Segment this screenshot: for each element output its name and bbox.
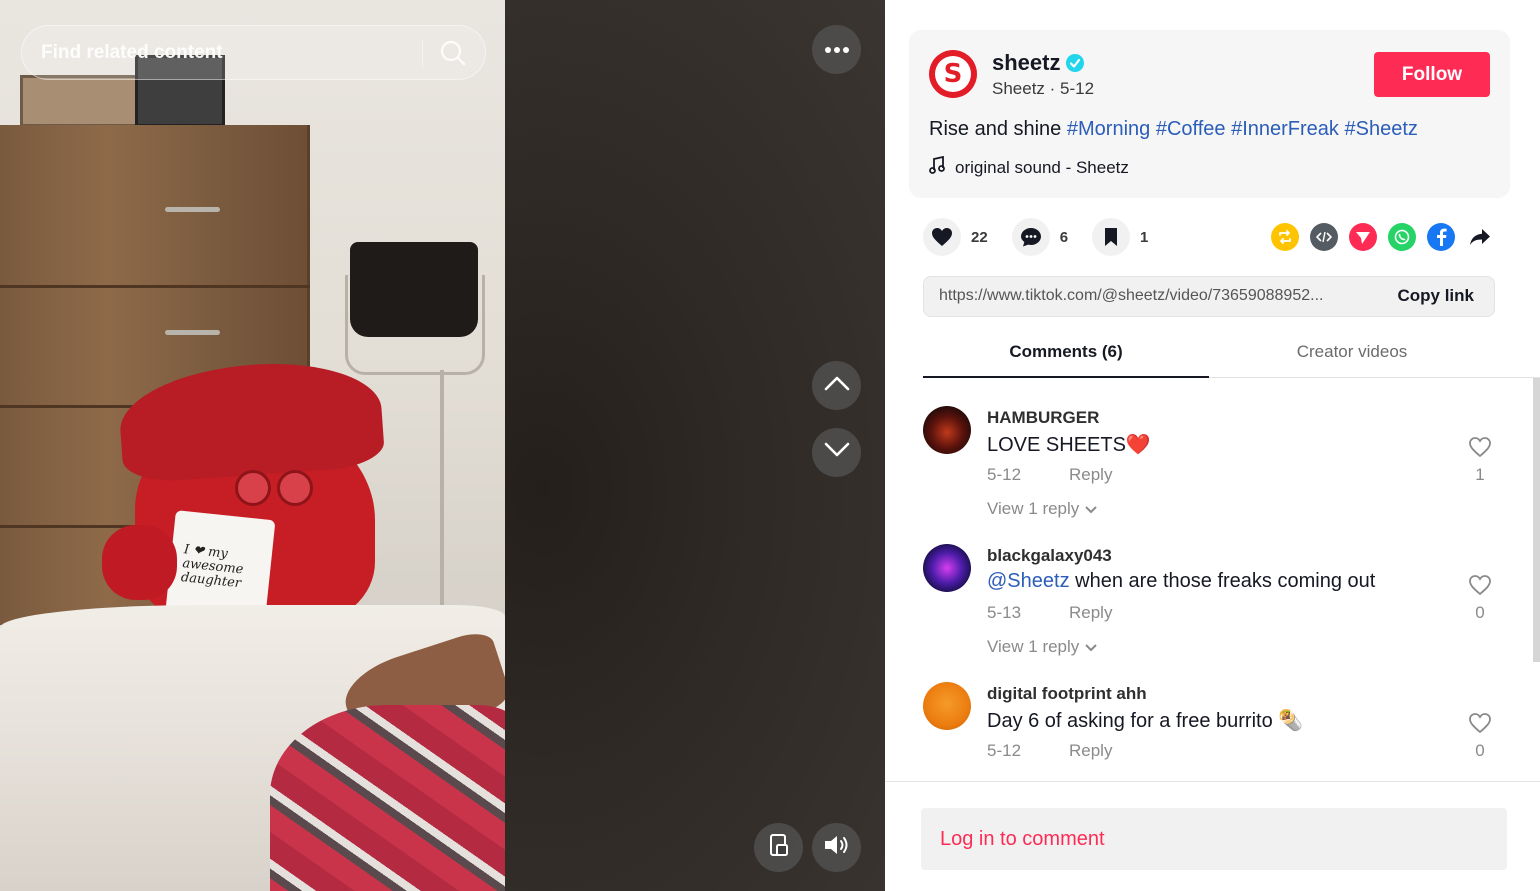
heart-outline-icon <box>1469 437 1491 458</box>
comment-username[interactable]: HAMBURGER <box>987 408 1099 428</box>
action-bar: 22 6 1 <box>923 218 1172 256</box>
tab-creator-videos[interactable]: Creator videos <box>1209 342 1495 362</box>
comment-like-count: 1 <box>1475 465 1485 484</box>
sound-name: original sound - Sheetz <box>955 157 1129 177</box>
display-name: Sheetz <box>992 79 1045 98</box>
video-frame[interactable]: I ❤ my awesome daughter <box>0 0 505 891</box>
comment-date: 5-13 <box>987 603 1022 622</box>
tab-comments[interactable]: Comments (6) <box>923 342 1209 378</box>
sound-link[interactable]: original sound - Sheetz <box>929 155 1129 179</box>
avatar[interactable] <box>923 544 971 592</box>
comment-like-button[interactable]: 0 <box>1468 712 1492 761</box>
reply-button[interactable]: Reply <box>1069 741 1112 761</box>
previous-video-button[interactable] <box>812 361 861 410</box>
chevron-down-icon <box>824 442 850 463</box>
plant-stand <box>345 275 485 375</box>
login-to-comment-button[interactable]: Log in to comment <box>921 808 1507 870</box>
post-info-card: S sheetz Sheetz · 5-12 Follow Rise and s… <box>909 30 1510 198</box>
comment-username[interactable]: digital footprint ahh <box>987 684 1147 704</box>
search-input[interactable]: Find related content <box>21 25 486 80</box>
follow-button[interactable]: Follow <box>1374 52 1490 97</box>
comment-like-count: 0 <box>1475 603 1485 622</box>
more-options-button[interactable] <box>812 25 861 74</box>
search-icon[interactable] <box>437 38 469 68</box>
puppet-glasses <box>235 470 315 512</box>
plaid-blanket <box>270 705 505 891</box>
share-link-box: https://www.tiktok.com/@sheetz/video/736… <box>923 276 1495 317</box>
like-button[interactable]: 22 <box>923 218 988 256</box>
share-options <box>1271 223 1494 251</box>
chevron-down-icon <box>1084 637 1098 656</box>
reply-button[interactable]: Reply <box>1069 465 1112 485</box>
search-placeholder: Find related content <box>41 42 223 63</box>
verified-badge-icon <box>1066 54 1084 72</box>
avatar[interactable] <box>923 406 971 454</box>
comment-text: @Sheetz when are those freaks coming out <box>987 570 1376 592</box>
scrollbar[interactable] <box>1533 378 1540 662</box>
bookmark-icon <box>1092 218 1131 256</box>
caption-text: Rise and shine <box>929 118 1062 140</box>
comment-count: 6 <box>1059 228 1069 246</box>
share-arrow-icon[interactable] <box>1466 223 1494 251</box>
music-note-icon <box>929 155 945 179</box>
username[interactable]: sheetz <box>992 50 1060 76</box>
more-icon <box>824 41 850 59</box>
hashtag-link[interactable]: #Coffee <box>1156 118 1226 140</box>
heart-icon <box>923 218 961 256</box>
comment-username[interactable]: blackgalaxy043 <box>987 546 1112 566</box>
avatar[interactable] <box>923 682 971 730</box>
repost-icon[interactable] <box>1271 223 1299 251</box>
heart-outline-icon <box>1469 713 1491 734</box>
hashtag-link[interactable]: #Morning <box>1067 118 1150 140</box>
reply-button[interactable]: Reply <box>1069 603 1112 623</box>
comment-like-button[interactable]: 0 <box>1468 574 1492 623</box>
hashtag-link[interactable]: #InnerFreak <box>1231 118 1339 140</box>
comment-list: HAMBURGER LOVE SHEETS❤️ 5-12 Reply View … <box>885 378 1525 781</box>
copy-link-button[interactable]: Copy link <box>1397 286 1474 306</box>
comment-text: Day 6 of asking for a free burrito 🌯 <box>987 710 1304 732</box>
speaker-icon <box>823 833 851 862</box>
view-replies-button[interactable]: View 1 reply <box>987 637 1098 657</box>
send-to-friends-icon[interactable] <box>1349 223 1377 251</box>
comment-button[interactable]: 6 <box>1011 218 1069 256</box>
whatsapp-icon[interactable] <box>1388 223 1416 251</box>
save-button[interactable]: 1 <box>1092 218 1148 256</box>
view-replies-button[interactable]: View 1 reply <box>987 499 1098 519</box>
comment-like-button[interactable]: 1 <box>1468 436 1492 485</box>
avatar[interactable]: S <box>929 50 977 98</box>
sheetz-logo: S <box>935 56 971 92</box>
next-video-button[interactable] <box>812 428 861 477</box>
chevron-down-icon <box>1084 499 1098 518</box>
comment-date: 5-12 <box>987 741 1022 760</box>
save-count: 1 <box>1140 228 1149 246</box>
post-date: 5-12 <box>1060 79 1095 98</box>
video-link[interactable]: https://www.tiktok.com/@sheetz/video/736… <box>939 287 1379 305</box>
embed-icon[interactable] <box>1310 223 1338 251</box>
floating-player-icon <box>768 833 790 862</box>
like-count: 22 <box>971 228 988 246</box>
comment-text: LOVE SHEETS❤️ <box>987 434 1151 456</box>
hashtag-link[interactable]: #Sheetz <box>1344 118 1417 140</box>
post-caption: Rise and shine #Morning #Coffee #InnerFr… <box>929 118 1418 141</box>
heart-outline-icon <box>1469 575 1491 596</box>
tabs: Comments (6) Creator videos <box>923 328 1540 378</box>
comment-icon <box>1011 218 1050 256</box>
login-to-comment-label: Log in to comment <box>940 828 1105 850</box>
facebook-icon[interactable] <box>1427 223 1455 251</box>
video-player[interactable]: I ❤ my awesome daughter Find related con… <box>0 0 885 891</box>
puppet-hand <box>102 525 177 600</box>
volume-button[interactable] <box>812 823 861 872</box>
author-subline: Sheetz · 5-12 <box>992 79 1095 98</box>
comment-date: 5-12 <box>987 465 1022 484</box>
mention-link[interactable]: @Sheetz <box>987 570 1070 592</box>
chevron-up-icon <box>824 375 850 396</box>
details-panel: S sheetz Sheetz · 5-12 Follow Rise and s… <box>885 0 1540 891</box>
photo-frame <box>20 75 140 127</box>
mini-player-button[interactable] <box>754 823 803 872</box>
comment-like-count: 0 <box>1475 741 1485 760</box>
